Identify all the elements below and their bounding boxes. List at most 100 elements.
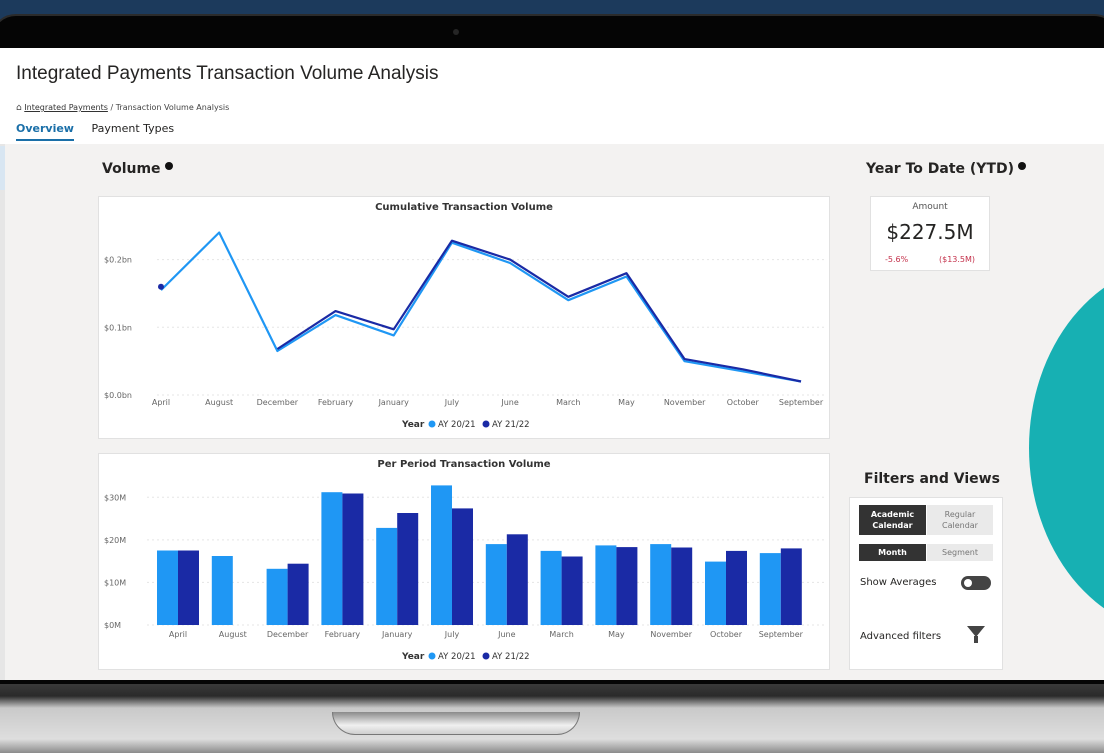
bar-2 <box>780 548 802 625</box>
x-tick-label: June <box>500 398 519 407</box>
legend-title: Year <box>401 420 425 430</box>
legend-marker <box>482 652 490 660</box>
x-tick-label: January <box>381 630 413 639</box>
x-tick-label: July <box>444 398 460 407</box>
breadcrumb: ⌂ Integrated Payments / Transaction Volu… <box>16 103 229 113</box>
legend-marker <box>428 420 436 428</box>
regular-calendar-button[interactable]: Regular Calendar <box>927 505 993 535</box>
y-tick-label: $30M <box>104 493 126 502</box>
x-tick-label: February <box>318 398 354 407</box>
academic-calendar-button[interactable]: Academic Calendar <box>859 505 926 535</box>
filters-title: Filters and Views <box>864 471 1000 487</box>
bar-1 <box>540 550 562 625</box>
ytd-kpi-card: Amount $227.5M -5.6% ($13.5M) <box>870 196 990 271</box>
legend-label: AY 20/21 <box>438 652 476 662</box>
show-averages-toggle[interactable] <box>961 576 991 590</box>
report-header: Integrated Payments Transaction Volume A… <box>0 48 1104 144</box>
home-icon[interactable]: ⌂ <box>16 103 22 113</box>
x-tick-label: December <box>267 630 309 639</box>
bar-2 <box>397 513 419 625</box>
legend-marker <box>482 420 490 428</box>
y-tick-label: $10M <box>104 578 126 587</box>
advanced-filters-label[interactable]: Advanced filters <box>860 631 941 642</box>
laptop-notch <box>332 712 580 735</box>
x-tick-label: June <box>497 630 516 639</box>
x-tick-label: May <box>618 398 635 407</box>
decorative-teal-shape <box>1029 263 1104 633</box>
x-tick-label: April <box>169 630 187 639</box>
bar-1 <box>705 561 726 625</box>
y-tick-label: $0.2bn <box>104 256 132 265</box>
toggle-knob <box>964 579 972 587</box>
bar-1 <box>157 550 178 625</box>
x-tick-label: November <box>650 630 692 639</box>
line-chart: $0.0bn $0.1bn $0.2bn April August December Feb… <box>104 231 825 430</box>
bar-1 <box>650 544 672 625</box>
legend-label: AY 21/22 <box>492 652 530 662</box>
breadcrumb-separator: / <box>110 103 114 112</box>
tab-overview[interactable]: Overview <box>16 122 74 141</box>
ytd-section-title: Year To Date (YTD) <box>866 161 1026 177</box>
tab-payment-types[interactable]: Payment Types <box>91 122 174 139</box>
bar-1 <box>759 553 781 625</box>
bar-1 <box>376 527 398 625</box>
kpi-value: $227.5M <box>886 220 974 244</box>
legend-label: AY 20/21 <box>438 420 476 430</box>
bar-1 <box>485 544 507 625</box>
x-tick-label: September <box>779 398 824 407</box>
breadcrumb-current: Transaction Volume Analysis <box>115 103 230 112</box>
filter-funnel-icon-stem <box>974 636 978 643</box>
bar-1 <box>211 556 233 625</box>
report-screen: Integrated Payments Transaction Volume A… <box>0 48 1104 680</box>
info-icon[interactable] <box>164 162 173 170</box>
left-nav-marker[interactable] <box>0 146 5 190</box>
bar-2 <box>452 508 473 625</box>
info-icon[interactable] <box>1018 162 1026 170</box>
bar-1 <box>431 485 452 625</box>
webcam <box>453 29 459 35</box>
y-tick-label: $0.0bn <box>104 391 132 400</box>
left-nav-strip <box>0 144 5 680</box>
kpi-change-amount: ($13.5M) <box>939 255 976 264</box>
x-tick-label: March <box>549 630 573 639</box>
x-tick-label: July <box>444 630 460 639</box>
breadcrumb-link[interactable]: Integrated Payments <box>24 103 108 112</box>
line-series-2 <box>276 239 802 383</box>
bar-1 <box>321 492 343 625</box>
y-tick-label: $0.1bn <box>104 323 132 332</box>
x-tick-label: August <box>205 398 233 407</box>
segment-button[interactable]: Segment <box>927 544 993 561</box>
bar-chart: $0M $10M $20M $30M April August December Februa… <box>104 485 825 662</box>
kpi-label: Amount <box>912 202 948 212</box>
x-tick-label: August <box>219 630 247 639</box>
filters-panel: Academic Calendar Regular Calendar Month… <box>849 497 1003 670</box>
bar-2 <box>287 563 309 625</box>
x-tick-label: December <box>257 398 299 407</box>
x-tick-label: January <box>378 398 410 407</box>
cumulative-volume-card: Cumulative Transaction Volume $0.0bn $0.1… <box>98 196 830 439</box>
per-period-volume-card: Per Period Transaction Volume $0M $10M $20… <box>98 453 830 670</box>
volume-title-text: Volume <box>102 161 161 177</box>
bar-2 <box>561 556 583 625</box>
x-tick-label: September <box>759 630 804 639</box>
bar-2 <box>726 550 747 625</box>
y-tick-label: $0M <box>104 621 121 630</box>
legend-marker <box>428 652 436 660</box>
month-button[interactable]: Month <box>859 544 926 561</box>
page-title: Integrated Payments Transaction Volume A… <box>16 63 439 84</box>
y-tick-label: $20M <box>104 536 126 545</box>
x-tick-label: October <box>727 398 760 407</box>
bar-2 <box>506 534 528 625</box>
show-averages-label: Show Averages <box>860 577 937 588</box>
ytd-title-text: Year To Date (YTD) <box>866 161 1014 177</box>
x-tick-label: October <box>710 630 743 639</box>
x-tick-label: November <box>664 398 706 407</box>
legend-label: AY 21/22 <box>492 420 530 430</box>
x-tick-label: February <box>325 630 361 639</box>
volume-section-title: Volume <box>102 161 173 177</box>
bar-1 <box>595 545 617 625</box>
legend-title: Year <box>401 652 425 662</box>
line-point <box>158 283 164 290</box>
kpi-change-pct: -5.6% <box>885 255 909 264</box>
x-tick-label: April <box>152 398 170 407</box>
